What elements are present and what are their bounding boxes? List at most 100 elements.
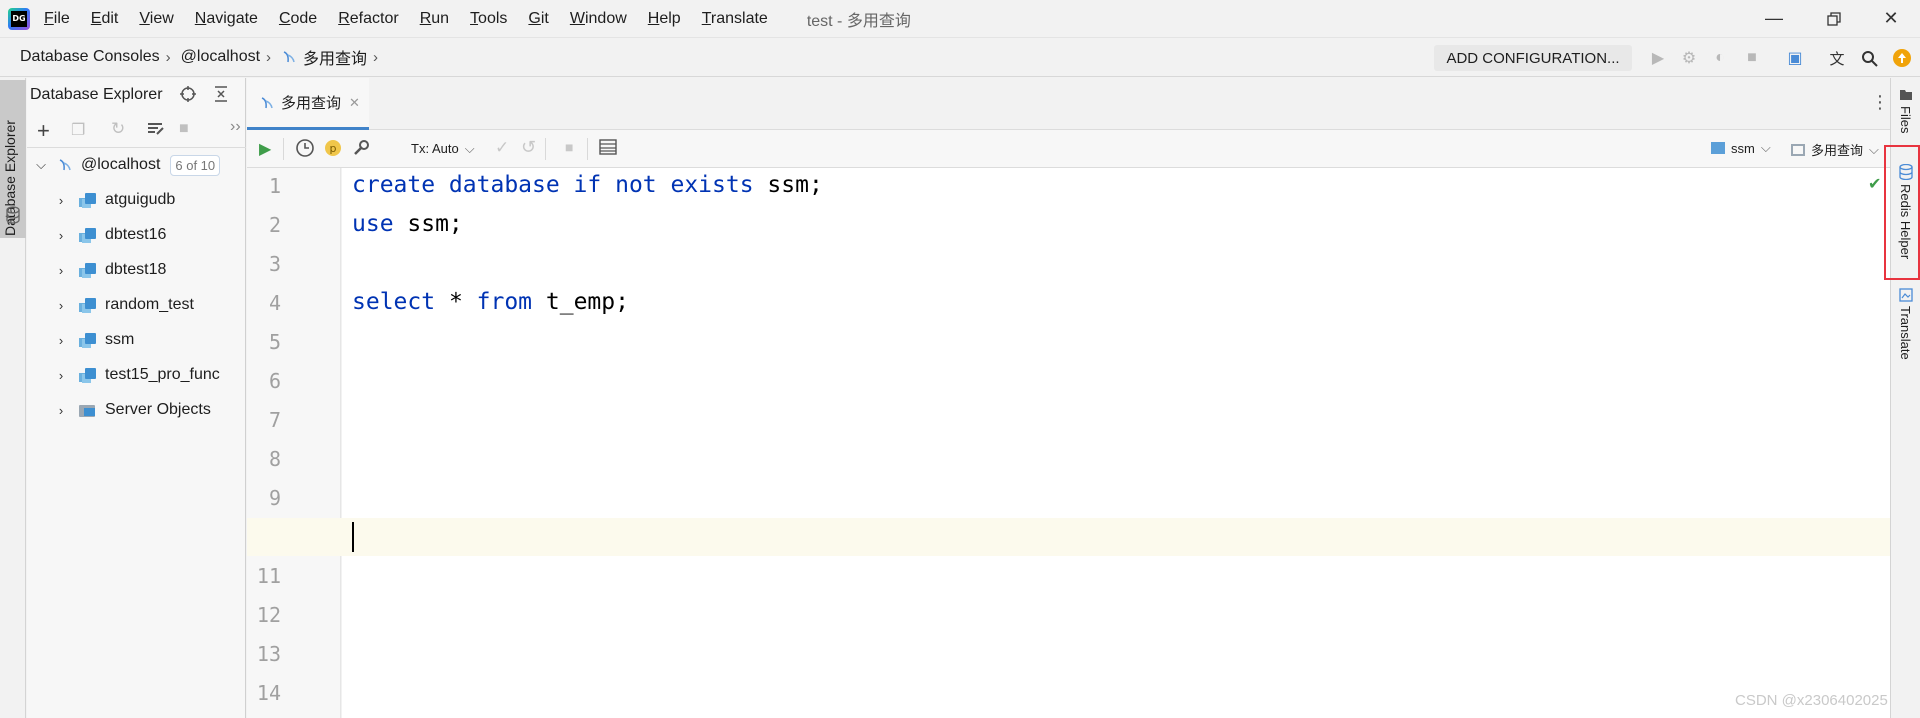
tree-item-schema[interactable]: › ssm	[27, 324, 246, 356]
locate-icon[interactable]	[179, 85, 197, 108]
refresh-icon[interactable]: ↻	[111, 119, 125, 139]
add-configuration-button[interactable]: ADD CONFIGURATION...	[1434, 45, 1632, 71]
close-tab-icon[interactable]: ✕	[349, 95, 360, 111]
sql-keyword: create database if not exists	[352, 172, 754, 198]
menu-code[interactable]: Code	[279, 10, 317, 28]
menu-git[interactable]: Git	[528, 10, 548, 28]
tree-item-schema[interactable]: › atguigudb	[27, 184, 246, 216]
menu-window[interactable]: Window	[570, 10, 627, 28]
title-bar: File Edit View Navigate Code Refactor Ru…	[0, 0, 1920, 37]
schema-selector[interactable]: ssm ⌵	[1711, 140, 1771, 156]
tree-item-schema[interactable]: › random_test	[27, 289, 246, 321]
chevron-right-icon[interactable]: ›	[53, 193, 69, 208]
editor-toolbar: ▶ p Tx: Auto ⌵ ✓ ↺ ■ ssm ⌵ 多用查询 ⌵	[247, 130, 1890, 168]
menu-translate[interactable]: Translate	[702, 10, 768, 28]
breadcrumb-item[interactable]: @localhost ›	[181, 48, 281, 66]
console-icon	[261, 96, 273, 108]
translate-image-icon	[1899, 288, 1913, 307]
menu-tools[interactable]: Tools	[470, 10, 507, 28]
rollback-icon[interactable]: ↺	[521, 137, 536, 158]
tree-root-localhost[interactable]: ⌵ @localhost 6 of 10	[27, 149, 246, 181]
svg-text:p: p	[330, 142, 337, 155]
tree-item-schema[interactable]: › dbtest18	[27, 254, 246, 286]
output-table-icon[interactable]	[599, 138, 617, 159]
tab-label: 多用查询	[281, 95, 342, 112]
update-icon[interactable]	[1890, 46, 1914, 70]
folder-icon	[1899, 88, 1913, 106]
restore-icon	[1827, 11, 1841, 26]
breadcrumb-label: @localhost	[180, 48, 261, 65]
line-number: 13	[256, 642, 281, 666]
stop-icon[interactable]: ■	[179, 120, 189, 138]
tab-console[interactable]: 多用查询 ✕	[247, 78, 369, 130]
tree-item-schema[interactable]: › dbtest16	[27, 219, 246, 251]
stop-icon[interactable]: ■	[565, 139, 573, 155]
coverage-icon[interactable]: ◐	[1708, 46, 1732, 70]
add-icon[interactable]: +	[37, 118, 50, 144]
chevron-right-icon[interactable]: ›	[53, 263, 69, 278]
breadcrumb-label: 多用查询	[303, 51, 368, 68]
stop-icon[interactable]: ■	[1740, 46, 1764, 70]
menu-edit[interactable]: Edit	[91, 10, 119, 28]
chevron-right-icon: ›	[373, 48, 379, 66]
database-explorer-toolbar: + ❐ ↻ ■ ››	[27, 112, 246, 148]
code-editor[interactable]: create database if not exists ssm; use s…	[342, 168, 1890, 718]
more-icon[interactable]: ››	[230, 118, 241, 136]
tree-item-server-objects[interactable]: › Server Objects	[27, 394, 246, 426]
sql-text: ssm;	[393, 211, 463, 237]
breadcrumb-item[interactable]: 多用查询 ›	[281, 45, 388, 69]
menu-refactor[interactable]: Refactor	[338, 10, 398, 28]
chevron-right-icon[interactable]: ›	[53, 333, 69, 348]
search-icon[interactable]	[1857, 46, 1881, 70]
sql-keyword: from	[476, 289, 533, 315]
history-icon[interactable]	[295, 138, 315, 161]
run-icon[interactable]: ▶	[1646, 46, 1670, 70]
transaction-mode-label: Tx: Auto	[411, 141, 459, 156]
schema-count-badge[interactable]: 6 of 10	[170, 154, 221, 176]
breadcrumb-item[interactable]: Database Consoles ›	[20, 48, 181, 66]
properties-icon[interactable]	[145, 118, 165, 143]
close-window-button[interactable]: ✕	[1862, 0, 1920, 37]
window-title: test - 多用查询	[806, 12, 911, 30]
menu-view[interactable]: View	[139, 10, 173, 28]
collapse-all-icon[interactable]	[213, 85, 229, 108]
chevron-right-icon[interactable]: ›	[53, 403, 69, 418]
menu-file[interactable]: File	[44, 10, 70, 28]
line-number: 9	[268, 486, 281, 510]
execute-icon[interactable]: ▶	[259, 139, 271, 159]
commit-icon[interactable]: ✓	[495, 138, 509, 158]
connection-icon	[59, 159, 71, 171]
chevron-right-icon[interactable]: ›	[53, 368, 69, 383]
translate-icon[interactable]: 文	[1825, 46, 1849, 70]
settings-wrench-icon[interactable]	[351, 138, 371, 161]
chevron-right-icon[interactable]: ›	[53, 228, 69, 243]
database-explorer-header: Database Explorer	[27, 78, 246, 112]
console-selector[interactable]: 多用查询 ⌵	[1791, 140, 1879, 159]
chevron-right-icon[interactable]: ›	[53, 298, 69, 313]
menu-help[interactable]: Help	[648, 10, 681, 28]
console-session-icon	[1791, 143, 1805, 156]
database-icon	[6, 206, 20, 229]
minimize-icon: —	[1765, 8, 1783, 28]
restore-button[interactable]	[1805, 0, 1863, 37]
line-number: 11	[256, 564, 281, 588]
transaction-mode-selector[interactable]: Tx: Auto ⌵	[411, 141, 475, 157]
line-number: 6	[268, 369, 281, 393]
console-selector-label: 多用查询	[1811, 143, 1864, 158]
files-tool-tab[interactable]: Files	[1898, 106, 1913, 133]
tree-item-label: random_test	[105, 296, 194, 313]
debug-icon[interactable]: ⚙	[1677, 46, 1701, 70]
copy-icon[interactable]: ❐	[71, 120, 85, 140]
inspection-ok-icon[interactable]: ✔	[1868, 174, 1881, 194]
tree-item-schema[interactable]: › test15_pro_func	[27, 359, 246, 391]
menu-navigate[interactable]: Navigate	[195, 10, 258, 28]
menu-run[interactable]: Run	[420, 10, 449, 28]
translate-image-icon[interactable]: ▣	[1783, 46, 1807, 70]
translate-tool-tab[interactable]: Translate	[1898, 306, 1913, 360]
tree-item-label: Server Objects	[105, 401, 211, 418]
chevron-down-icon[interactable]: ⌵	[33, 157, 49, 173]
more-vertical-icon[interactable]: ⋮	[1871, 92, 1889, 113]
parameters-icon[interactable]: p	[323, 138, 343, 161]
minimize-button[interactable]: —	[1745, 0, 1803, 37]
tree-item-label: atguigudb	[105, 191, 176, 208]
